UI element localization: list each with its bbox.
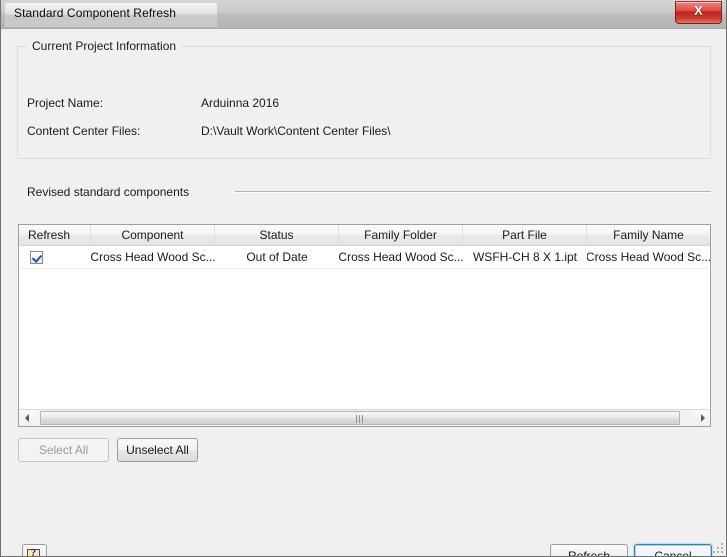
window-title: Standard Component Refresh: [14, 6, 177, 20]
title-bar: Standard Component Refresh X: [1, 0, 726, 29]
refresh-checkbox[interactable]: [30, 250, 43, 264]
horizontal-scrollbar[interactable]: [19, 409, 710, 426]
help-question-icon: ?: [27, 548, 42, 557]
scrollbar-track[interactable]: [36, 410, 693, 426]
column-header-family-name[interactable]: Family Name: [587, 225, 710, 245]
scrollbar-thumb[interactable]: [40, 411, 680, 425]
grip-icon: [356, 415, 365, 423]
group-legend-project-info: Current Project Information: [27, 39, 182, 53]
close-icon: X: [694, 3, 703, 18]
scroll-left-button[interactable]: [19, 410, 36, 426]
revised-standard-components-label: Revised standard components: [27, 185, 190, 199]
row-family-name-cell: Cross Head Wood Sc...: [587, 250, 710, 264]
column-header-part-file[interactable]: Part File: [463, 225, 587, 245]
row-component-cell: Cross Head Wood Sc...: [91, 250, 215, 264]
table-header-row: Refresh Component Status Family Folder P…: [19, 225, 710, 246]
content-center-files-label: Content Center Files:: [27, 124, 141, 138]
resize-grip[interactable]: [711, 541, 723, 553]
project-name-value: Arduinna 2016: [201, 96, 280, 110]
cancel-button[interactable]: Cancel: [634, 544, 712, 556]
row-part-file-cell: WSFH-CH 8 X 1.ipt: [472, 250, 577, 264]
dialog-client-area: Current Project Information Project Name…: [1, 29, 726, 556]
project-name-label: Project Name:: [27, 96, 104, 110]
scroll-right-button[interactable]: [693, 410, 710, 426]
section-divider: [235, 191, 711, 193]
help-button[interactable]: ?: [22, 544, 47, 557]
row-refresh-cell[interactable]: [19, 246, 91, 268]
column-header-component[interactable]: Component: [91, 225, 215, 245]
chevron-left-icon: [24, 414, 29, 422]
close-button[interactable]: X: [675, 1, 722, 24]
table-body: Cross Head Wood Sc... Out of Date Cross …: [19, 246, 710, 404]
select-all-button[interactable]: Select All: [18, 438, 109, 462]
column-header-status[interactable]: Status: [215, 225, 339, 245]
question-mark-glyph: ?: [31, 548, 36, 557]
column-header-family-folder[interactable]: Family Folder: [339, 225, 463, 245]
column-header-refresh[interactable]: Refresh: [19, 225, 91, 245]
unselect-all-button[interactable]: Unselect All: [117, 438, 198, 462]
standard-component-refresh-dialog: Standard Component Refresh X Current Pro…: [0, 0, 727, 557]
current-project-information-group: [17, 46, 711, 159]
refresh-button[interactable]: Refresh: [550, 544, 628, 556]
content-center-files-value: D:\Vault Work\Content Center Files\: [201, 124, 391, 138]
table-row[interactable]: Cross Head Wood Sc... Out of Date Cross …: [19, 246, 710, 269]
components-table: Refresh Component Status Family Folder P…: [18, 224, 711, 427]
chevron-right-icon: [700, 414, 705, 422]
row-status-cell: Out of Date: [246, 250, 308, 264]
row-family-folder-cell: Cross Head Wood Sc...: [339, 250, 463, 264]
